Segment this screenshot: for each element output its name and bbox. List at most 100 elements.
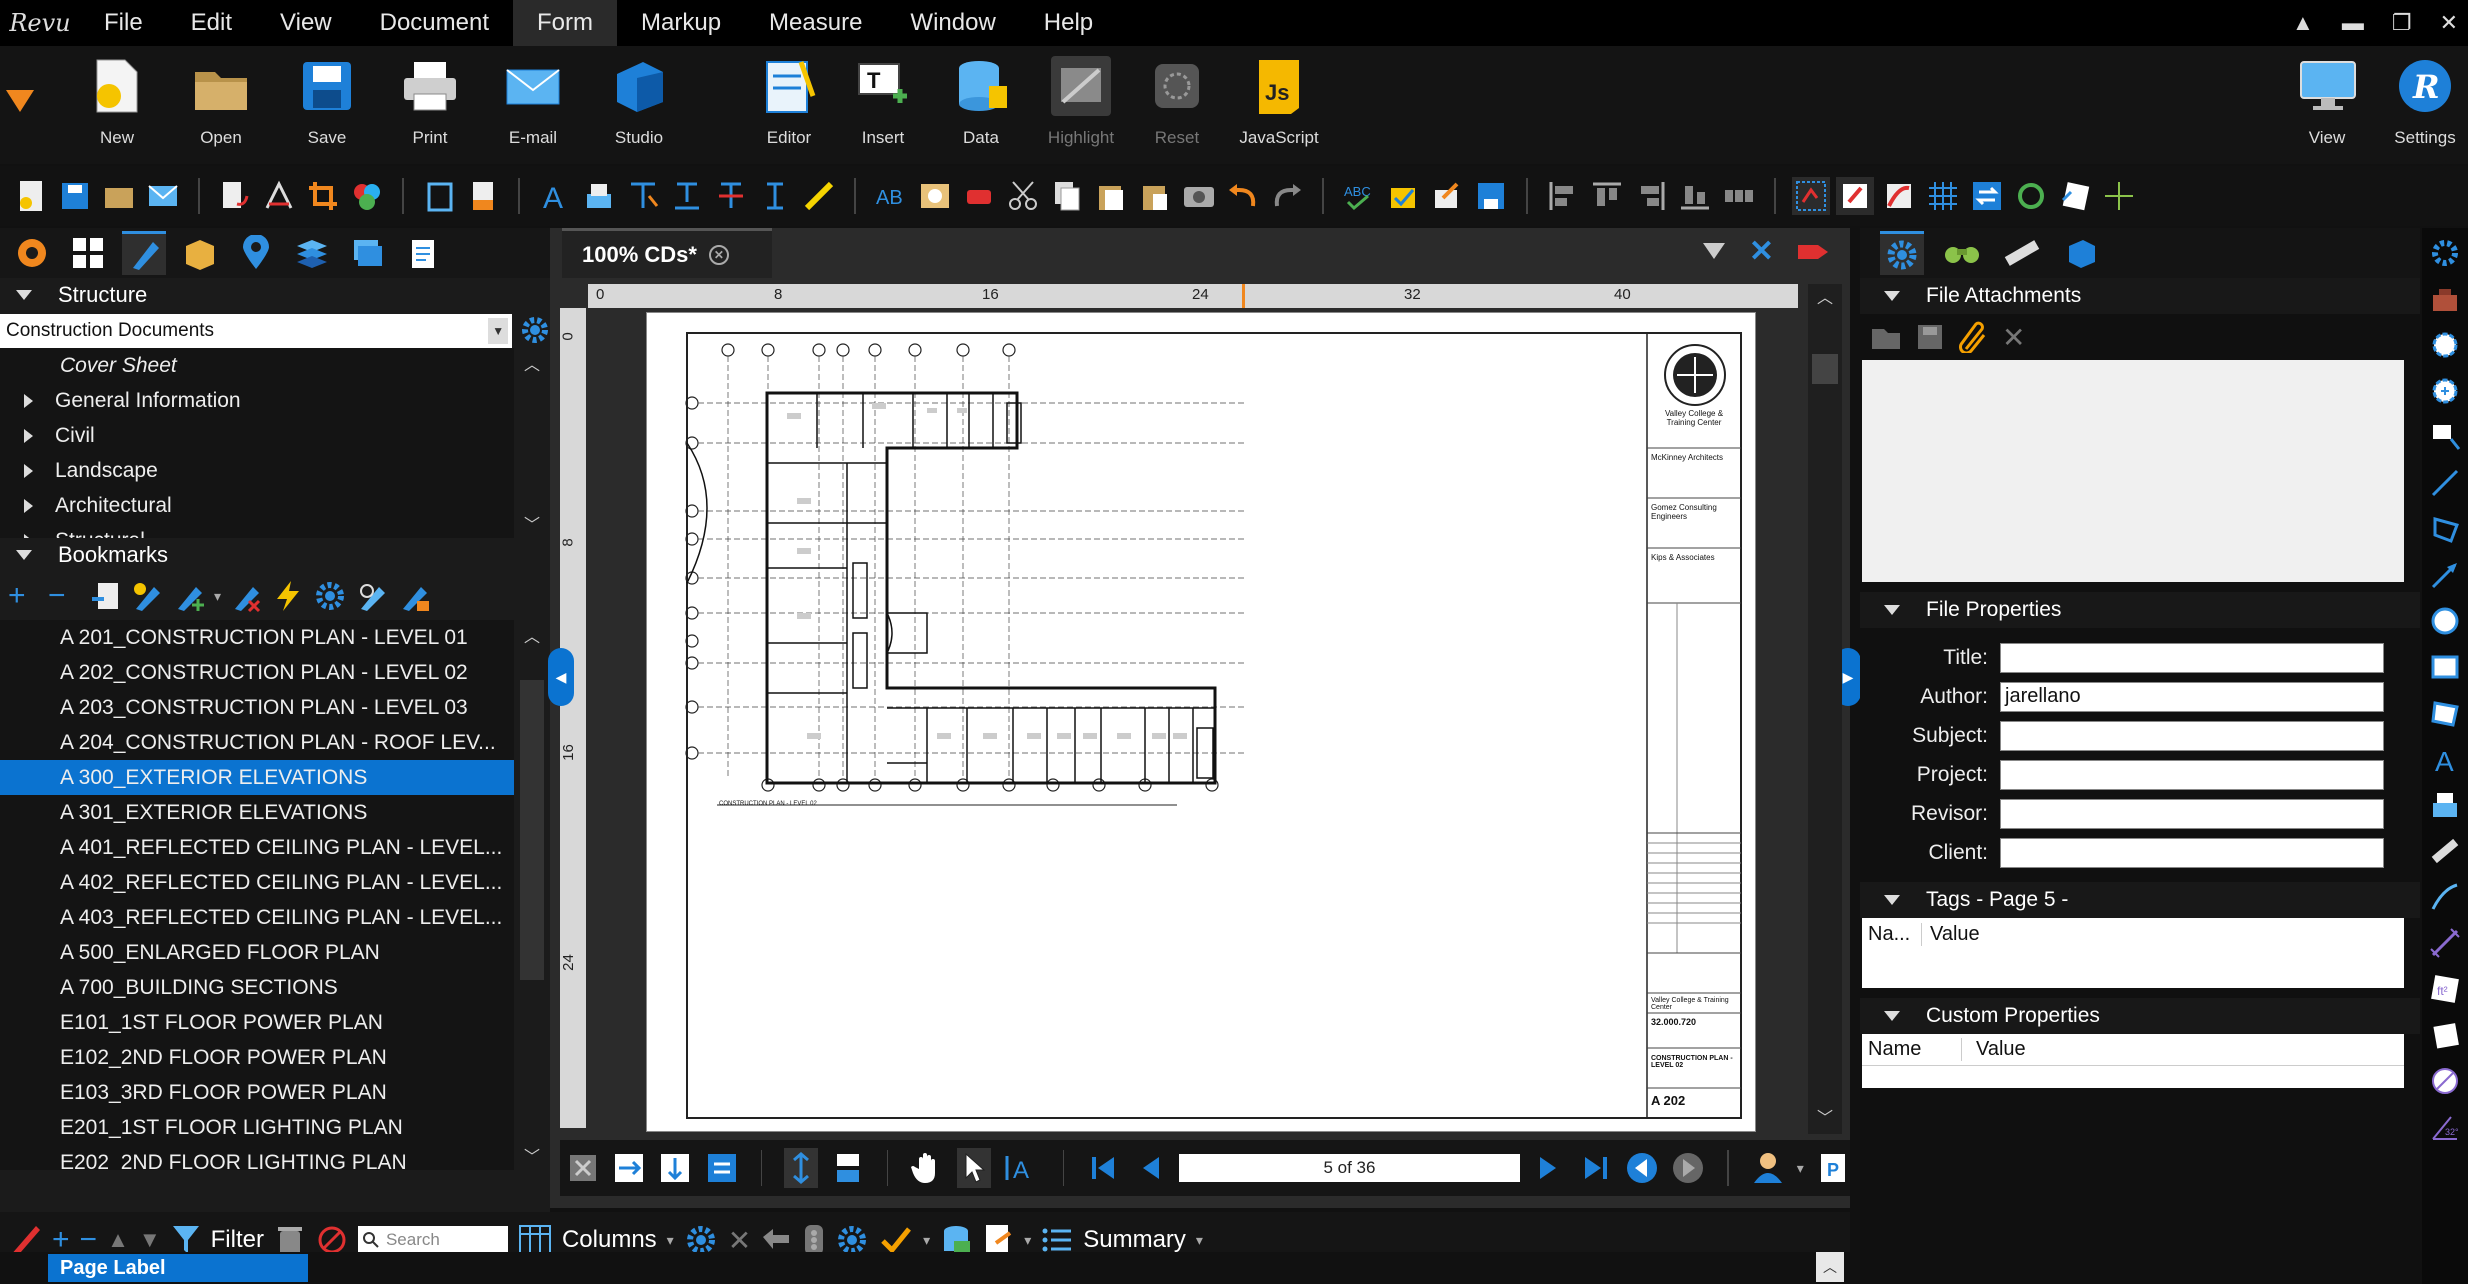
grid-tab-icon[interactable] (66, 231, 110, 275)
ellipse-icon[interactable] (2427, 602, 2463, 640)
bookmark-item[interactable]: A 201_CONSTRUCTION PLAN - LEVEL 01 (0, 620, 515, 655)
move-down-icon[interactable]: ▼ (139, 1227, 161, 1253)
align-right-icon[interactable] (1632, 177, 1670, 215)
text-cursor-icon[interactable] (756, 177, 794, 215)
close-doc-icon[interactable] (566, 1148, 600, 1188)
measure-area-icon[interactable]: ft² (2427, 970, 2463, 1008)
save-icon[interactable] (1916, 323, 1944, 351)
page-setup-icon[interactable] (420, 177, 458, 215)
menu-window[interactable]: Window (886, 0, 1019, 46)
continuous-page-icon[interactable] (830, 1148, 864, 1188)
scrollbar-thumb[interactable] (1812, 354, 1838, 384)
bookmark-item[interactable]: A 202_CONSTRUCTION PLAN - LEVEL 02 (0, 655, 515, 690)
grid-toggle-icon[interactable] (1792, 177, 1830, 215)
tags-name-column[interactable]: Na... (1862, 922, 1922, 946)
page-label-column-header[interactable]: Page Label (48, 1254, 308, 1282)
bookmark-item[interactable]: A 403_REFLECTED CEILING PLAN - LEVEL... (0, 900, 515, 935)
eraser-icon[interactable] (960, 177, 998, 215)
javascript-button[interactable]: Js JavaScript (1234, 56, 1324, 148)
bookmark-item[interactable]: E202_2ND FLOOR LIGHTING PLAN (0, 1145, 515, 1171)
bookmark-item-selected[interactable]: A 300_EXTERIOR ELEVATIONS (0, 760, 515, 795)
structure-scrollbar[interactable]: ︿ ﹀ (514, 348, 550, 538)
tags-value-column[interactable]: Value (1922, 923, 1980, 946)
measure-volume-icon[interactable] (2427, 1016, 2463, 1054)
menu-help[interactable]: Help (1020, 0, 1117, 46)
scroll-up-icon[interactable]: ︿ (514, 620, 550, 650)
align-top-icon[interactable] (1588, 177, 1626, 215)
typewriter-icon[interactable] (580, 177, 618, 215)
revisor-field[interactable] (2000, 798, 2384, 829)
structure-dropdown[interactable]: Construction Documents ▼ (0, 314, 513, 348)
tree-item[interactable]: General Information (0, 383, 550, 418)
new-small-icon[interactable] (12, 177, 50, 215)
measurements-tab-icon[interactable] (2000, 231, 2044, 275)
filter-funnel-icon[interactable] (1701, 241, 1727, 263)
studio-button[interactable]: Studio (594, 56, 684, 148)
strikeout-icon[interactable] (712, 177, 750, 215)
title-field[interactable] (2000, 642, 2384, 673)
document-tab[interactable]: 100% CDs* ✕ (562, 228, 772, 278)
bookmarks-header[interactable]: Bookmarks (0, 538, 550, 572)
arrow-icon[interactable] (2427, 556, 2463, 594)
tree-item[interactable]: Architectural (0, 488, 550, 523)
previous-page-icon[interactable] (1133, 1148, 1167, 1188)
email-button[interactable]: E-mail (488, 56, 578, 148)
scroll-up-icon[interactable]: ︿ (514, 348, 550, 378)
columns-label[interactable]: Columns (562, 1226, 657, 1254)
underline-icon[interactable] (668, 177, 706, 215)
remove-attachment-icon[interactable]: ✕ (2002, 321, 2025, 354)
measure-diameter-icon[interactable] (2427, 1062, 2463, 1100)
undo-icon[interactable] (1224, 177, 1262, 215)
textbox-icon[interactable] (624, 177, 662, 215)
left-panel-collapse-icon[interactable]: ◀ (548, 648, 574, 706)
menu-measure[interactable]: Measure (745, 0, 886, 46)
expand-arrow-icon[interactable] (24, 463, 33, 478)
single-page-icon[interactable] (784, 1148, 819, 1188)
bookmark-item[interactable]: E201_1ST FLOOR LIGHTING PLAN (0, 1110, 515, 1145)
custom-properties-header[interactable]: Custom Properties (1860, 998, 2420, 1034)
insert-button[interactable]: T Insert (838, 56, 928, 148)
close-all-icon[interactable]: ✕ (1749, 237, 1774, 267)
close-icon[interactable]: ✕ (2440, 10, 2458, 36)
align-bottom-icon[interactable] (1676, 177, 1714, 215)
quick-menu-button[interactable] (0, 86, 50, 121)
properties-gear-tab-icon[interactable] (1880, 231, 1924, 275)
pen-markup-icon[interactable] (2427, 878, 2463, 916)
copy-icon[interactable] (1048, 177, 1086, 215)
expand-arrow-icon[interactable] (24, 533, 33, 538)
sync-icon[interactable] (1968, 177, 2006, 215)
open-button[interactable]: Open (176, 56, 266, 148)
redo-icon[interactable] (1268, 177, 1306, 215)
tree-item[interactable]: Structural (0, 523, 550, 538)
bookmark-item[interactable]: E101_1ST FLOOR POWER PLAN (0, 1005, 515, 1040)
restore-icon[interactable]: ❐ (2392, 10, 2412, 36)
tree-item[interactable]: Landscape (0, 453, 550, 488)
checkmark-icon[interactable] (879, 1225, 913, 1255)
subject-field[interactable] (2000, 720, 2384, 751)
first-page-icon[interactable] (1086, 1148, 1120, 1188)
structure-header[interactable]: Structure (0, 278, 550, 312)
tags-header[interactable]: Tags - Page 5 - (1860, 882, 2420, 918)
crop-icon[interactable] (304, 177, 342, 215)
close-tab-icon[interactable]: ✕ (708, 244, 729, 265)
bookmark-search-icon[interactable] (355, 579, 389, 613)
reset-button[interactable]: Reset (1132, 56, 1222, 148)
next-page-icon[interactable] (1532, 1148, 1566, 1188)
settings-button[interactable]: R Settings (2380, 56, 2468, 148)
tags-table[interactable]: Na... Value (1862, 918, 2404, 988)
dropdown-icon[interactable]: ▾ (1797, 1160, 1804, 1177)
measure-length-icon[interactable] (2427, 924, 2463, 962)
select-arrow-icon[interactable] (956, 1148, 991, 1188)
fit-width-icon[interactable] (612, 1148, 646, 1188)
previous-view-icon[interactable] (1625, 1148, 1659, 1188)
send-icon[interactable] (1428, 177, 1466, 215)
bookmark-export-icon[interactable] (397, 579, 431, 613)
cloud-plus-icon[interactable] (2427, 372, 2463, 410)
pan-hand-icon[interactable] (910, 1148, 944, 1188)
bookmark-star-icon[interactable] (130, 579, 164, 613)
page-number-field[interactable]: 5 of 36 (1178, 1154, 1521, 1182)
scroll-down-icon[interactable]: ﹀ (514, 508, 550, 538)
save-small-icon[interactable] (56, 177, 94, 215)
ruler-icon[interactable] (2427, 832, 2463, 870)
menu-form[interactable]: Form (513, 0, 618, 46)
